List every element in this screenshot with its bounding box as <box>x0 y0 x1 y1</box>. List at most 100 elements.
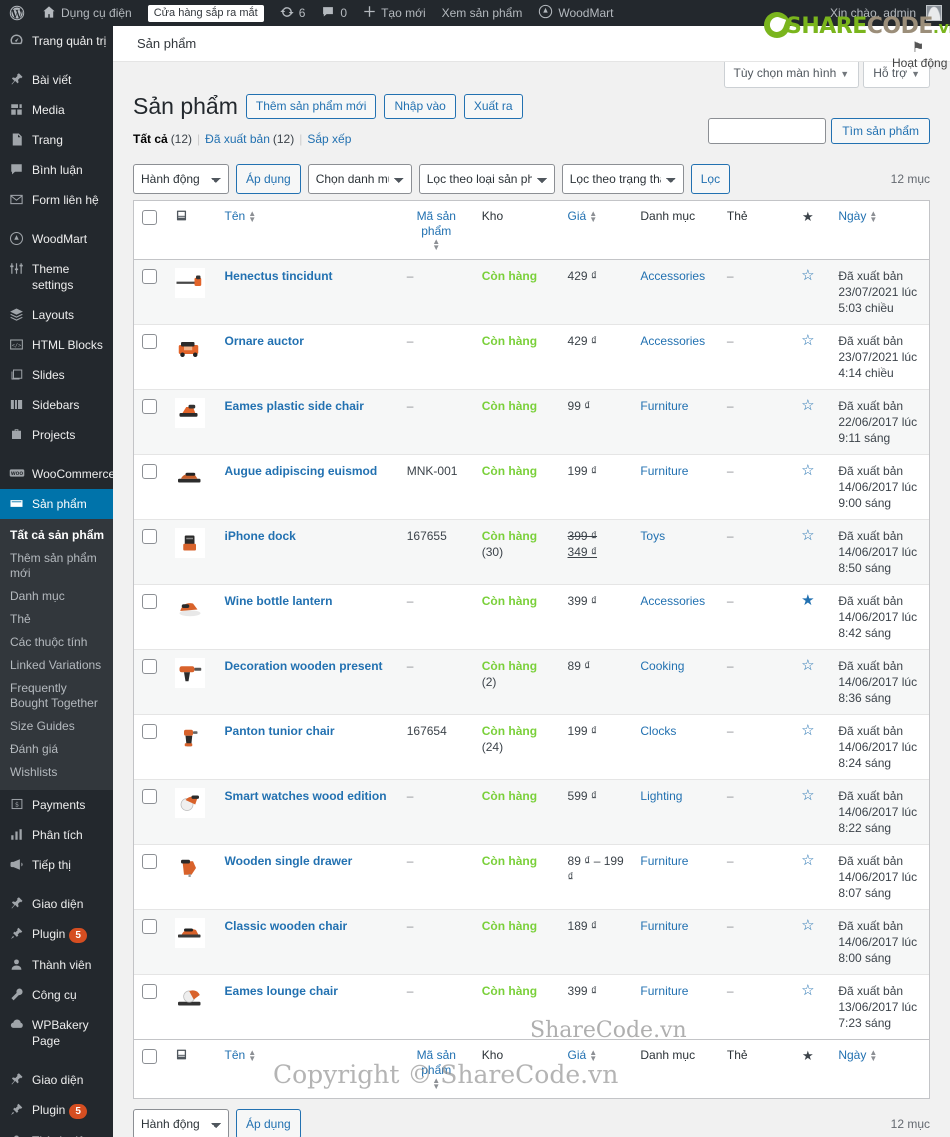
price-footer[interactable]: Giá ▲ ▼ <box>559 1038 633 1098</box>
category-filter-select[interactable]: Chọn danh mục <box>307 163 412 194</box>
export-button[interactable]: Xuất ra <box>463 94 523 120</box>
product-title-link[interactable]: iPhone dock <box>225 529 296 543</box>
sku-footer[interactable]: Mã sản phẩm ▲ ▼ <box>398 1038 474 1098</box>
sidebar-item-slides[interactable]: Slides <box>0 360 113 390</box>
category-link[interactable]: Furniture <box>640 854 688 868</box>
product-thumbnail-cell[interactable] <box>167 259 217 325</box>
table-row[interactable]: Panton tunior chair 167654 Còn hàng (24) 19… <box>134 715 929 780</box>
sidebar-item-projects[interactable]: Projects <box>0 420 113 450</box>
sort-by-name-link[interactable]: Tên <box>225 209 246 223</box>
table-row[interactable]: Augue adipiscing euismod MNK-001 Còn hàng 1… <box>134 455 929 520</box>
sidebar-item-users-1[interactable]: Thành viên <box>0 950 113 980</box>
sidebar-item-contact-form[interactable]: Form liên hệ <box>0 185 113 215</box>
star-outline-icon[interactable]: ☆ <box>801 788 814 803</box>
sidebar-item-appearance-1[interactable]: Giao diện <box>0 889 113 919</box>
name-header[interactable]: Tên ▲ ▼ <box>216 200 399 260</box>
category-link[interactable]: Furniture <box>640 464 688 478</box>
tablenav-bottom[interactable]: Hành động Áp dụng 12 mục <box>133 1108 930 1137</box>
row-checkbox[interactable] <box>142 918 157 934</box>
table-row[interactable]: Wooden single drawer – Còn hàng 89 ₫ – 199 … <box>134 845 929 910</box>
sidebar-item-payments[interactable]: $ Payments <box>0 790 113 820</box>
row-checkbox[interactable] <box>142 658 157 674</box>
product-title-link[interactable]: Smart watches wood edition <box>225 789 387 803</box>
row-select-cell[interactable] <box>134 909 168 975</box>
sidebar-item-appearance-2[interactable]: Giao diện <box>0 1065 113 1095</box>
product-featured-cell[interactable]: ☆ <box>785 259 831 325</box>
search-submit-button[interactable]: Tìm sản phẩm <box>831 118 930 144</box>
adminbar-item-new[interactable]: Tạo mới <box>355 0 434 26</box>
view-published-link[interactable]: Đã xuất bản <box>205 132 270 146</box>
product-name-cell[interactable]: Smart watches wood edition <box>216 779 399 845</box>
tablenav-top[interactable]: Hành động Áp dụng Chọn danh mục Lọc theo… <box>133 163 930 194</box>
row-select-cell[interactable] <box>134 715 168 780</box>
row-select-cell[interactable] <box>134 649 168 715</box>
submenu-item-frequently-bought-together[interactable]: Frequently Bought Together <box>0 677 113 715</box>
select-all-checkbox-top[interactable] <box>142 209 157 225</box>
product-featured-cell[interactable]: ☆ <box>785 779 831 845</box>
date-header[interactable]: Ngày ▲ ▼ <box>830 200 929 260</box>
sidebar-item-woocommerce[interactable]: WOO WooCommerce <box>0 459 113 489</box>
sort-by-date-link-bottom[interactable]: Ngày <box>838 1048 866 1062</box>
product-thumbnail-cell[interactable] <box>167 649 217 715</box>
star-outline-icon[interactable]: ☆ <box>801 268 814 283</box>
product-name-cell[interactable]: Augue adipiscing euismod <box>216 455 399 520</box>
submenu-item-all-products[interactable]: Tất cả sản phẩm <box>0 524 113 547</box>
bulk-action-select-bottom[interactable]: Hành động <box>133 1108 229 1137</box>
row-select-cell[interactable] <box>134 845 168 910</box>
product-category-cell[interactable]: Clocks <box>632 715 719 780</box>
product-featured-cell[interactable]: ☆ <box>785 389 831 455</box>
adminbar-item-site-name[interactable]: Dụng cụ điện <box>34 0 140 26</box>
add-new-product-button[interactable]: Thêm sản phẩm mới <box>245 94 377 120</box>
select-all-checkbox-bottom[interactable] <box>142 1048 157 1064</box>
row-select-cell[interactable] <box>134 389 168 455</box>
sort-by-sku-link-bottom[interactable]: Mã sản phẩm <box>417 1048 456 1077</box>
product-title-link[interactable]: Decoration wooden present <box>225 659 383 673</box>
category-link[interactable]: Accessories <box>640 269 705 283</box>
table-row[interactable]: Decoration wooden present – Còn hàng (2) 89… <box>134 649 929 715</box>
submenu-item-linked-variations[interactable]: Linked Variations <box>0 654 113 677</box>
star-outline-icon[interactable]: ☆ <box>801 723 814 738</box>
product-name-cell[interactable]: Eames lounge chair <box>217 975 399 1039</box>
stock-status-filter-select[interactable]: Lọc theo trạng thái kho <box>561 163 684 194</box>
product-category-cell[interactable]: Toys <box>632 519 719 585</box>
product-name-cell[interactable]: Eames plastic side chair <box>216 389 399 455</box>
product-name-cell[interactable]: Classic wooden chair <box>216 909 399 975</box>
product-featured-cell[interactable]: ★ <box>785 585 831 650</box>
star-outline-icon[interactable]: ☆ <box>801 398 814 413</box>
product-name-cell[interactable]: Decoration wooden present <box>216 649 399 715</box>
table-row[interactable]: Wine bottle lantern – Còn hàng 399 ₫ Accesso… <box>134 585 929 650</box>
product-title-link[interactable]: Wine bottle lantern <box>225 594 333 608</box>
table-row[interactable]: Ornare auctor – Còn hàng 429 ₫ Accessories – ☆… <box>134 325 929 390</box>
submenu-item-wishlists[interactable]: Wishlists <box>0 761 113 784</box>
product-name-cell[interactable]: Henectus tincidunt <box>216 259 399 325</box>
product-category-cell[interactable]: Accessories <box>632 585 719 650</box>
adminbar-item-woodmart[interactable]: WoodMart <box>530 0 621 26</box>
category-link[interactable]: Clocks <box>640 724 676 738</box>
product-name-cell[interactable]: Ornare auctor <box>216 325 399 390</box>
adminbar-item-updates[interactable]: 6 <box>272 0 314 26</box>
star-outline-icon[interactable]: ☆ <box>801 983 814 998</box>
category-link[interactable]: Cooking <box>640 659 684 673</box>
sidebar-item-pages[interactable]: Trang <box>0 125 113 155</box>
table-row[interactable]: Henectus tincidunt – Còn hàng 429 ₫ Accessor… <box>134 259 929 325</box>
product-name-cell[interactable]: Panton tunior chair <box>216 715 399 780</box>
price-header[interactable]: Giá ▲ ▼ <box>559 200 633 260</box>
submenu-item-reviews[interactable]: Đánh giá <box>0 738 113 761</box>
sort-by-date-link[interactable]: Ngày <box>838 209 866 223</box>
sort-by-price-link[interactable]: Giá <box>568 209 587 223</box>
star-outline-icon[interactable]: ☆ <box>801 333 814 348</box>
sort-by-sku-link[interactable]: Mã sản phẩm <box>417 209 456 238</box>
table-row[interactable]: Eames lounge chair – Còn hàng 399 ₫ Furnitur… <box>134 975 929 1039</box>
sidebar-item-marketing[interactable]: Tiếp thị <box>0 850 113 880</box>
sidebar-item-layouts[interactable]: Layouts <box>0 300 113 330</box>
product-name-cell[interactable]: Wooden single drawer <box>216 845 399 910</box>
category-link[interactable]: Furniture <box>640 399 688 413</box>
row-checkbox[interactable] <box>142 788 157 804</box>
search-input[interactable] <box>708 118 827 144</box>
product-thumbnail-cell[interactable] <box>167 975 216 1039</box>
product-category-cell[interactable]: Furniture <box>632 845 719 910</box>
product-title-link[interactable]: Eames lounge chair <box>225 984 338 998</box>
star-filled-icon[interactable]: ★ <box>801 593 814 608</box>
submenu-item-add-new[interactable]: Thêm sản phẩm mới <box>0 547 113 585</box>
sidebar-item-sidebars[interactable]: Sidebars <box>0 390 113 420</box>
